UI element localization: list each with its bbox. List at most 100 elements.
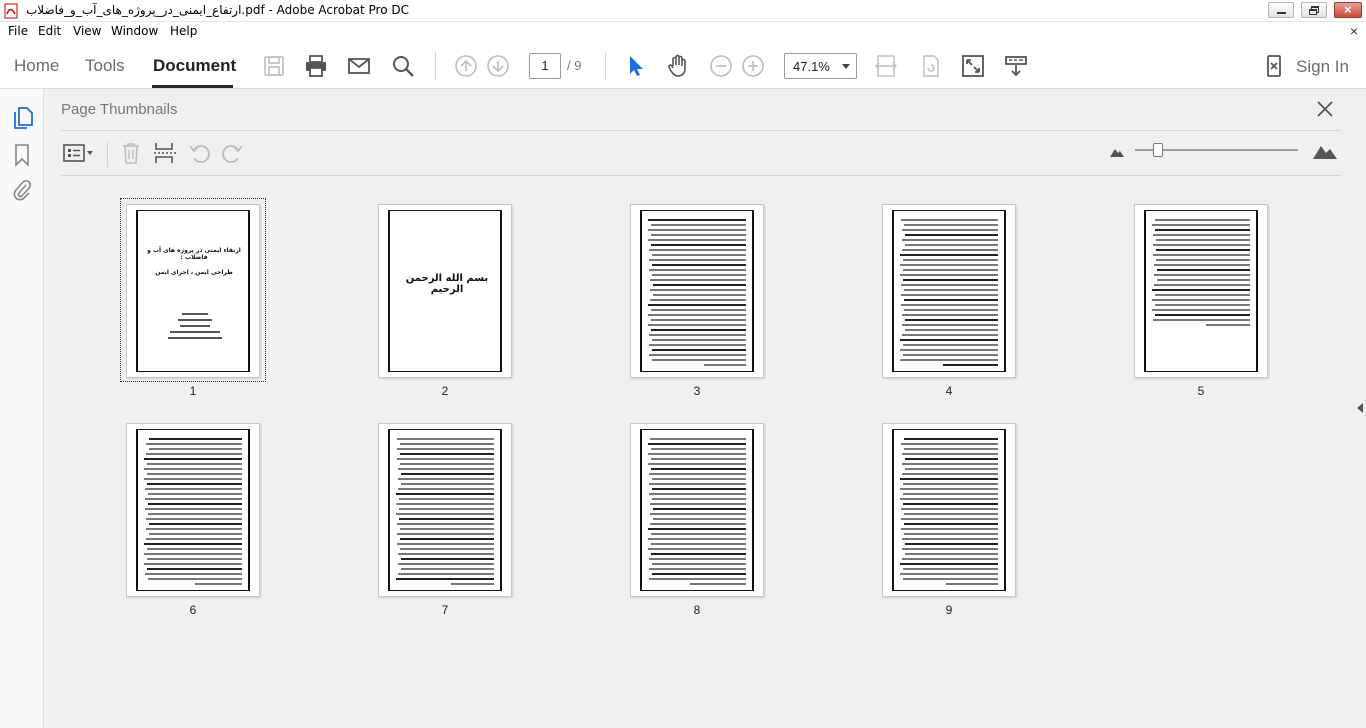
text-line xyxy=(904,448,998,450)
text-line xyxy=(1155,304,1250,306)
page-thumbnail-2[interactable]: بسم الله الرحمن الرحیم xyxy=(378,204,512,378)
text-line xyxy=(690,583,746,585)
page-border xyxy=(388,429,502,591)
text-line xyxy=(651,319,746,321)
text-line xyxy=(145,498,242,500)
text-line xyxy=(147,558,242,560)
text-line xyxy=(149,448,242,450)
rotate-counterclockwise-icon[interactable] xyxy=(187,141,211,165)
menu-help[interactable]: Help xyxy=(170,24,197,38)
menu-file[interactable]: File xyxy=(8,24,28,38)
text-line xyxy=(398,488,494,490)
text-line xyxy=(650,279,746,281)
text-line xyxy=(649,493,746,495)
page-thumbnail-9[interactable] xyxy=(882,423,1016,597)
text-line xyxy=(900,488,998,490)
text-line xyxy=(900,349,998,351)
search-icon[interactable] xyxy=(391,54,415,78)
text-line xyxy=(901,443,998,445)
text-line xyxy=(653,508,746,510)
page-border xyxy=(892,429,1006,591)
menu-edit[interactable]: Edit xyxy=(38,24,61,38)
bookmark-icon[interactable] xyxy=(13,143,31,167)
minimize-button[interactable] xyxy=(1268,2,1294,18)
text-line xyxy=(649,344,746,346)
zoom-out-icon[interactable] xyxy=(709,54,733,78)
page-thumbnail-7[interactable] xyxy=(378,423,512,597)
text-line xyxy=(1152,224,1250,226)
tab-tools[interactable]: Tools xyxy=(85,56,125,76)
page-thumbnail-8[interactable] xyxy=(630,423,764,597)
insert-page-icon[interactable] xyxy=(153,141,177,165)
close-icon[interactable] xyxy=(1315,99,1335,119)
text-line xyxy=(905,553,998,555)
page-border xyxy=(136,429,250,591)
text-line xyxy=(902,324,998,326)
print-icon[interactable] xyxy=(304,54,328,78)
page-number-input[interactable]: 1 xyxy=(529,53,561,79)
previous-page-icon[interactable] xyxy=(454,54,478,78)
text-line xyxy=(400,538,494,540)
page-thumbnail-5[interactable] xyxy=(1134,204,1268,378)
restore-button[interactable] xyxy=(1301,2,1327,18)
text-line xyxy=(397,438,494,440)
close-document-icon[interactable]: × xyxy=(1350,23,1358,39)
text-line xyxy=(650,513,746,515)
text-line xyxy=(651,533,746,535)
next-page-icon[interactable] xyxy=(486,54,510,78)
page-thumbnail-3[interactable] xyxy=(630,204,764,378)
options-menu-icon[interactable] xyxy=(63,141,95,165)
text-line xyxy=(400,443,494,445)
text-line xyxy=(902,314,998,316)
email-icon[interactable] xyxy=(347,54,371,78)
page-heading: بسم الله الرحمن الرحیم xyxy=(405,273,489,295)
save-icon[interactable] xyxy=(262,54,286,78)
text-line xyxy=(653,518,746,520)
cover-subtitle: طراحی ایمن ، اجرای ایمن xyxy=(155,269,233,276)
thumbnail-size-slider[interactable] xyxy=(1153,143,1163,157)
menu-window[interactable]: Window xyxy=(111,24,158,38)
page-thumbnails-icon[interactable] xyxy=(12,106,34,130)
delete-icon[interactable] xyxy=(119,141,143,165)
read-mode-icon[interactable] xyxy=(1004,54,1028,78)
text-line xyxy=(904,523,998,525)
text-line xyxy=(170,331,220,333)
text-line xyxy=(905,543,998,545)
fit-width-icon[interactable] xyxy=(874,54,898,78)
text-line xyxy=(901,219,998,221)
text-line xyxy=(905,468,998,470)
rotate-clockwise-icon[interactable] xyxy=(221,141,245,165)
text-line xyxy=(648,528,746,530)
page-thumbnail-4[interactable] xyxy=(882,204,1016,378)
close-window-button[interactable]: × xyxy=(1334,2,1362,18)
rotate-view-icon[interactable] xyxy=(919,54,943,78)
text-line xyxy=(396,578,494,580)
large-thumbnail-icon[interactable] xyxy=(1313,141,1337,159)
text-line xyxy=(652,349,746,351)
sign-in-link[interactable]: Sign In xyxy=(1296,57,1349,77)
small-thumbnail-icon[interactable] xyxy=(1110,145,1124,157)
page-thumbnail-6[interactable] xyxy=(126,423,260,597)
text-line xyxy=(652,563,746,565)
text-line xyxy=(1154,274,1250,276)
expand-right-pane-icon[interactable] xyxy=(1357,403,1363,413)
select-cursor-icon[interactable] xyxy=(624,54,648,78)
full-screen-icon[interactable] xyxy=(961,54,985,78)
tab-home[interactable]: Home xyxy=(14,56,59,76)
text-line xyxy=(652,488,746,490)
page-thumbnail-1[interactable]: ارتقاء ایمنی در پروژه های آب و فاضلاب : … xyxy=(126,204,260,378)
text-line xyxy=(648,443,746,445)
text-line xyxy=(650,289,746,291)
zoom-in-icon[interactable] xyxy=(741,54,765,78)
attachment-icon[interactable] xyxy=(12,179,32,201)
mobile-device-icon[interactable] xyxy=(1262,54,1286,78)
zoom-select[interactable]: 47.1% xyxy=(784,53,857,79)
text-line xyxy=(649,483,746,485)
text-line xyxy=(653,294,746,296)
text-line xyxy=(648,219,746,221)
text-line xyxy=(649,354,746,356)
tab-document[interactable]: Document xyxy=(153,56,236,76)
hand-tool-icon[interactable] xyxy=(666,54,690,78)
menu-view[interactable]: View xyxy=(73,24,101,38)
text-line xyxy=(146,538,242,540)
